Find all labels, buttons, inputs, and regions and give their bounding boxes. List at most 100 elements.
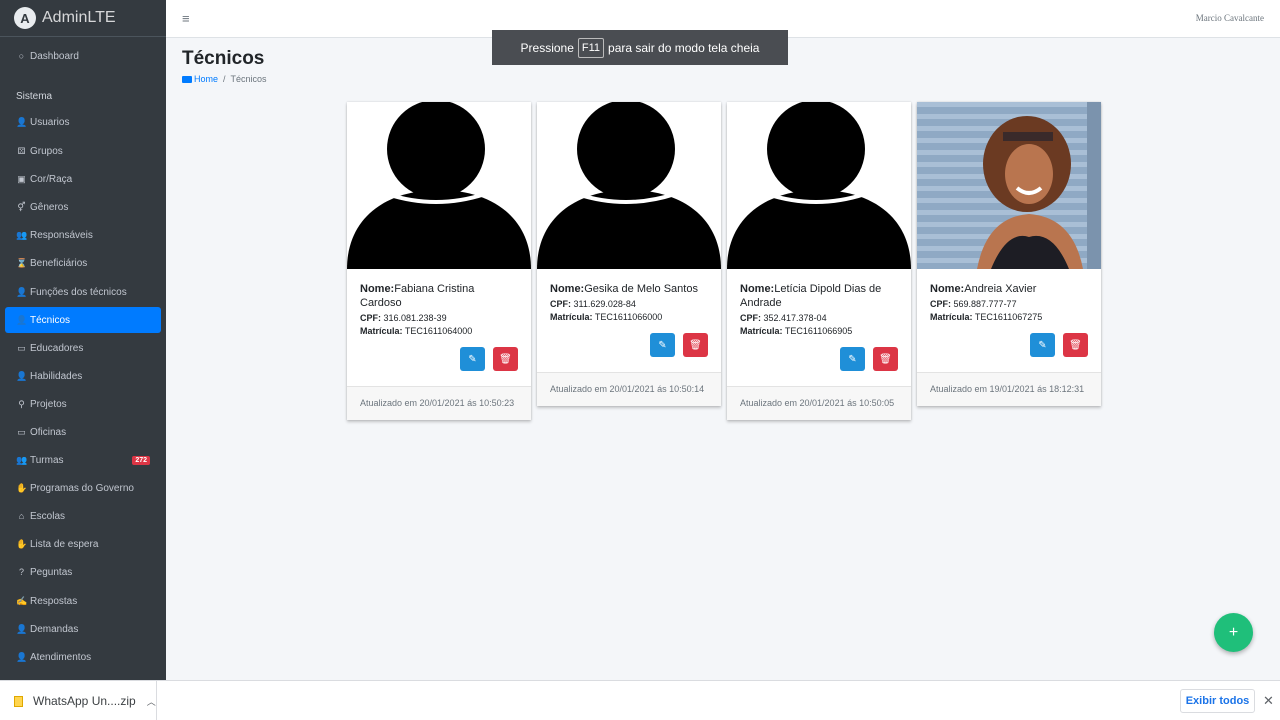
- card-footer: Atualizado em 20/01/2021 ás 10:50:05: [727, 386, 911, 420]
- menu-toggle-icon[interactable]: ≡: [182, 11, 190, 26]
- cpf-value: 352.417.378-04: [763, 313, 827, 323]
- menu-icon: ✋: [16, 538, 28, 549]
- sidebar-item-usuarios[interactable]: 👤 Usuarios: [5, 109, 161, 135]
- cpf-label: CPF:: [740, 313, 761, 323]
- sidebar-item-label: Cor/Raça: [30, 173, 73, 185]
- matricula-line: Matrícula: TEC1611067275: [930, 312, 1088, 322]
- matricula-value: TEC1611067275: [974, 312, 1043, 322]
- matricula-line: Matrícula: TEC1611066905: [740, 326, 898, 336]
- tecnico-card: Nome:Fabiana Cristina Cardoso CPF: 316.08…: [347, 102, 531, 420]
- menu-icon: 👥: [16, 454, 28, 465]
- sidebar-item-label: Educadores: [30, 342, 84, 354]
- zip-file-icon: [14, 695, 23, 707]
- sidebar-item-peguntas[interactable]: ? Peguntas: [5, 559, 161, 585]
- card-body: Nome:Andreia Xavier CPF: 569.887.777-77 Ma…: [917, 269, 1101, 372]
- sidebar-item-label: Projetos: [30, 398, 67, 410]
- close-icon[interactable]: ✕: [1263, 693, 1274, 709]
- sidebar-item-label: Dashboard: [30, 50, 79, 62]
- menu-icon: 👥: [16, 229, 28, 240]
- card-actions: ✎ 🗑: [360, 347, 518, 386]
- sidebar-item-habilidades[interactable]: 👤 Habilidades: [5, 363, 161, 389]
- sidebar-item-label: Técnicos: [30, 314, 71, 326]
- sidebar-item-responsáveis[interactable]: 👥 Responsáveis: [5, 222, 161, 248]
- sidebar-item-oficinas[interactable]: ▭ Oficinas: [5, 419, 161, 445]
- delete-button[interactable]: 🗑: [873, 347, 898, 371]
- sidebar-item-educadores[interactable]: ▭ Educadores: [5, 335, 161, 361]
- sidebar-item-label: Respostas: [30, 595, 78, 607]
- sidebar-item-técnicos[interactable]: 👤 Técnicos: [5, 307, 161, 333]
- profile-photo: [917, 102, 1101, 269]
- delete-button[interactable]: 🗑: [493, 347, 518, 371]
- user-placeholder-icon: [347, 102, 531, 269]
- download-item[interactable]: WhatsApp Un....zip ︿: [0, 681, 157, 720]
- name-label: Nome:: [360, 283, 395, 295]
- count-badge: 272: [132, 455, 150, 465]
- menu-icon: ▭: [17, 342, 26, 353]
- menu-icon: ?: [18, 567, 24, 577]
- edit-icon: ✎: [468, 353, 477, 365]
- card-footer: Atualizado em 19/01/2021 ás 18:12:31: [917, 372, 1101, 406]
- sidebar-item-beneficiários[interactable]: ⌛ Beneficiários: [5, 250, 161, 276]
- sidebar-item-programas-do-governo[interactable]: ✋ Programas do Governo: [5, 475, 161, 501]
- cpf-label: CPF:: [930, 299, 951, 309]
- user-name[interactable]: Marcio Cavalcante: [1196, 13, 1264, 23]
- name-value: Andreia Xavier: [964, 283, 1037, 295]
- menu-icon: ⌂: [18, 511, 25, 521]
- card-footer: Atualizado em 20/01/2021 ás 10:50:23: [347, 386, 531, 420]
- cpf-label: CPF:: [550, 299, 571, 309]
- chevron-up-icon[interactable]: ︿: [147, 695, 156, 708]
- matricula-label: Matrícula:: [360, 326, 403, 336]
- edit-button[interactable]: ✎: [840, 347, 865, 371]
- tecnico-card: Nome:Letícia Dipold Dias de Andrade CPF: …: [727, 102, 911, 420]
- sidebar-item-label: Responsáveis: [30, 229, 93, 241]
- menu-icon: 👤: [16, 116, 28, 127]
- sidebar-item-gêneros[interactable]: ⚥ Gêneros: [5, 194, 161, 220]
- matricula-value: TEC1611064000: [404, 326, 473, 336]
- id-card-icon: [182, 76, 192, 84]
- sidebar-item-funções-dos-técnicos[interactable]: 👤 Funções dos técnicos: [5, 279, 161, 305]
- matricula-label: Matrícula:: [550, 312, 593, 322]
- menu-icon: 👤: [16, 314, 28, 325]
- add-button[interactable]: +: [1214, 613, 1253, 652]
- cpf-line: CPF: 316.081.238-39: [360, 313, 518, 323]
- delete-button[interactable]: 🗑: [683, 333, 708, 357]
- sidebar-item-cor-raça[interactable]: ▣ Cor/Raça: [5, 166, 161, 192]
- cpf-value: 316.081.238-39: [383, 313, 447, 323]
- f11-key: F11: [577, 37, 605, 58]
- toast-text-after: para sair do modo tela cheia: [608, 40, 760, 55]
- sidebar-item-dashboard[interactable]: ○ Dashboard: [5, 43, 161, 69]
- sidebar-item-label: Peguntas: [30, 566, 73, 578]
- sidebar-item-lista-de-espera[interactable]: ✋ Lista de espera: [5, 531, 161, 557]
- sidebar-item-label: Usuarios: [30, 116, 70, 128]
- edit-icon: ✎: [658, 339, 667, 351]
- cpf-value: 569.887.777-77: [953, 299, 1017, 309]
- edit-button[interactable]: ✎: [1030, 333, 1055, 357]
- name-label: Nome:: [930, 283, 965, 295]
- menu-icon: ✍: [16, 595, 28, 606]
- card-actions: ✎ 🗑: [550, 333, 708, 372]
- breadcrumb-home[interactable]: Home: [182, 74, 218, 84]
- sidebar-item-atendimentos[interactable]: 👤 Atendimentos: [5, 644, 161, 670]
- brand[interactable]: A AdminLTE: [0, 0, 166, 37]
- card-name: Nome:Gesika de Melo Santos: [550, 282, 708, 296]
- name-value: Gesika de Melo Santos: [584, 283, 698, 295]
- sidebar-item-grupos[interactable]: ⚄ Grupos: [5, 138, 161, 164]
- sidebar: A AdminLTE ○ Dashboard Sistema 👤 Usuarios…: [0, 0, 166, 680]
- delete-button[interactable]: 🗑: [1063, 333, 1088, 357]
- edit-button[interactable]: ✎: [650, 333, 675, 357]
- show-all-button[interactable]: Exibir todos: [1180, 689, 1255, 713]
- edit-button[interactable]: ✎: [460, 347, 485, 371]
- cpf-value: 311.629.028-84: [573, 299, 636, 309]
- card-name: Nome:Fabiana Cristina Cardoso: [360, 282, 518, 310]
- card-actions: ✎ 🗑: [930, 333, 1088, 372]
- breadcrumb-separator: /: [223, 74, 226, 84]
- sidebar-item-respostas[interactable]: ✍ Respostas: [5, 588, 161, 614]
- sidebar-item-demandas[interactable]: 👤 Demandas: [5, 616, 161, 642]
- name-label: Nome:: [740, 283, 775, 295]
- sidebar-item-projetos[interactable]: ⚲ Projetos: [5, 391, 161, 417]
- menu-icon: 👤: [16, 651, 28, 662]
- breadcrumb: Home / Técnicos: [182, 74, 267, 84]
- sidebar-item-turmas[interactable]: 👥 Turmas 272: [5, 447, 161, 473]
- menu-icon: ▣: [17, 173, 26, 184]
- sidebar-item-escolas[interactable]: ⌂ Escolas: [5, 503, 161, 529]
